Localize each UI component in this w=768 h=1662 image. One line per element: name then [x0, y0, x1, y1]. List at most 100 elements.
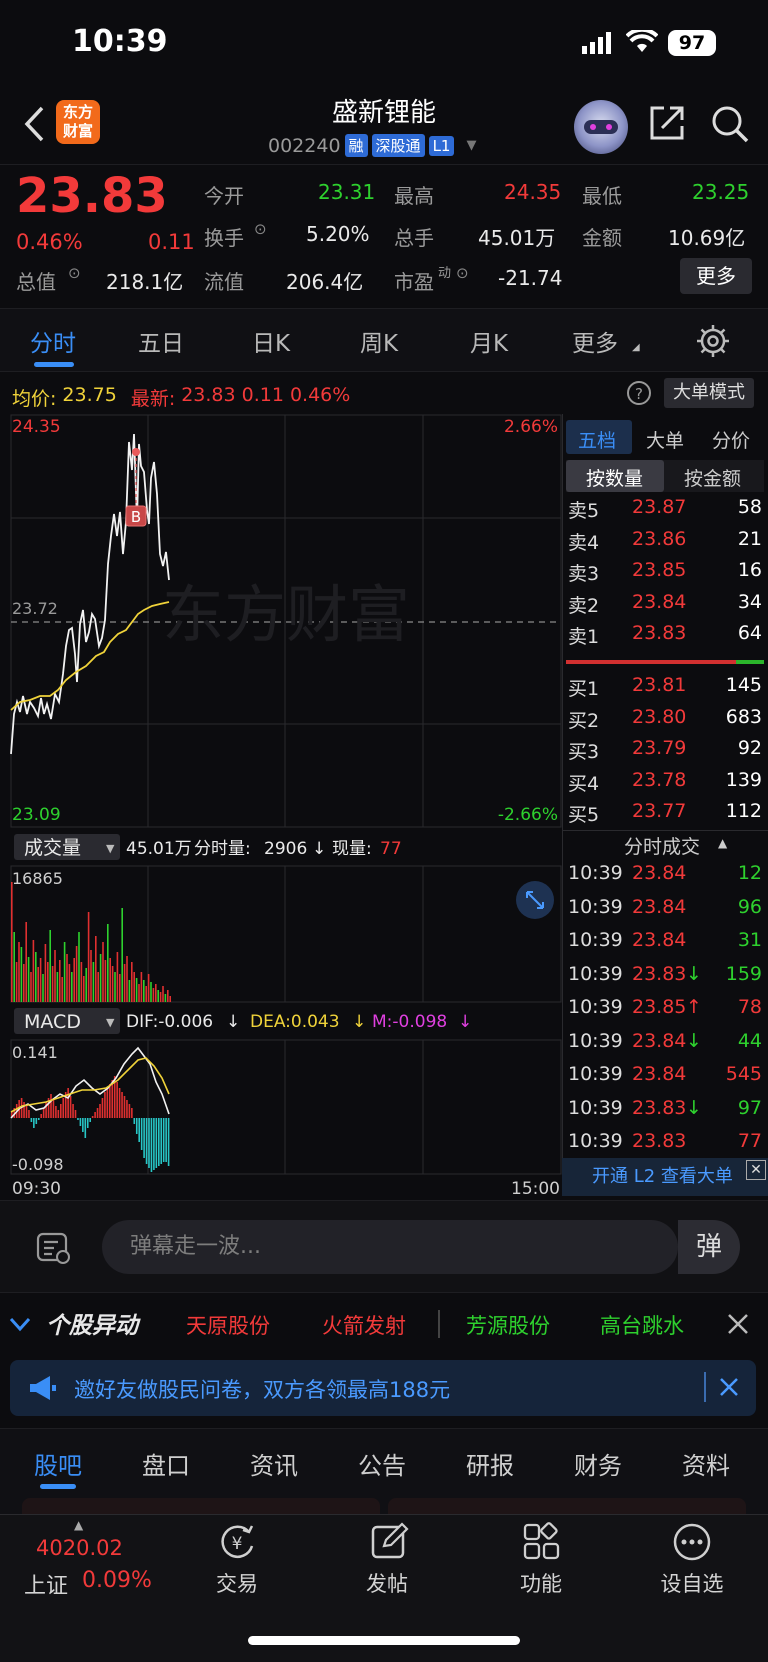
tab-add-watchlist[interactable]: 设自选 — [637, 1568, 747, 1598]
tab-handicap[interactable]: 盘口 — [142, 1446, 190, 1481]
low-value: 23.25 — [692, 180, 750, 204]
now-vol-value: 77 — [380, 839, 402, 859]
ask-row: 卖2 23.84 34 — [568, 591, 768, 621]
movement-item-3[interactable]: 芳源股份 — [466, 1310, 550, 1340]
trade-arrow: ↓ — [686, 962, 702, 985]
volume-bar — [114, 972, 116, 1002]
volume-bar — [51, 966, 54, 1002]
macd-bar — [60, 1104, 62, 1118]
volume-bar — [121, 908, 123, 1002]
help-icon[interactable]: ? — [626, 380, 652, 406]
danmaku-toggle-icon[interactable] — [36, 1230, 72, 1266]
trade-time: 10:39 — [568, 996, 623, 1018]
promo-text[interactable]: 邀好友做股民问卷，双方各领最高188元 — [74, 1374, 450, 1404]
trade-price: 23.84 — [632, 1063, 687, 1085]
close-l2-icon[interactable]: ✕ — [746, 1160, 766, 1180]
ask-row: 卖4 23.86 21 — [568, 528, 768, 558]
tab-finance[interactable]: 财务 — [574, 1446, 622, 1481]
minute-vol-label: 分时量: — [194, 839, 251, 859]
macd-bar — [82, 1118, 84, 1132]
volume-bar — [111, 966, 114, 1002]
volume-bar — [92, 962, 95, 1002]
info-icon[interactable]: ⊙ — [456, 264, 469, 282]
orderbook-tab-price[interactable]: 分价 — [712, 426, 750, 453]
volume-bar — [66, 954, 68, 1002]
tab-five-day[interactable]: 五日 — [138, 324, 184, 358]
turnover-label: 换手 — [204, 226, 244, 250]
watchlist-more-icon[interactable] — [672, 1522, 712, 1562]
function-icon[interactable] — [522, 1522, 562, 1562]
orderbook-tab-big[interactable]: 大单 — [646, 426, 684, 453]
volume-bar — [138, 984, 140, 1002]
tab-profile[interactable]: 资料 — [682, 1446, 730, 1481]
macd-bar — [40, 1114, 42, 1118]
trade-time: 10:39 — [568, 1063, 623, 1085]
search-icon[interactable] — [710, 104, 750, 144]
market-cap-label: 总值 — [16, 270, 56, 294]
tab-more[interactable]: 更多 — [572, 324, 618, 358]
assistant-robot-icon[interactable] — [574, 100, 628, 154]
trades-caret-icon[interactable]: ▲ — [718, 836, 727, 850]
trade-qty: 77 — [737, 1130, 762, 1152]
volume-bar — [95, 936, 97, 1002]
intraday-chart[interactable]: 东方财富 B 24.35 2.66% 23.72 23.09 -2.66% 成交… — [10, 414, 562, 1200]
settings-icon[interactable] — [696, 324, 730, 358]
price-low-label: 23.09 — [12, 805, 61, 825]
info-icon[interactable]: ⊙ — [68, 264, 81, 282]
macd-selector-label: MACD — [24, 1011, 81, 1033]
tab-announcement[interactable]: 公告 — [358, 1446, 406, 1481]
watermark: 东方财富 — [162, 578, 410, 651]
bid-row-qty: 139 — [725, 768, 762, 791]
volume-bar — [140, 972, 143, 1002]
tab-intraday[interactable]: 分时 — [30, 324, 76, 358]
macd-bar — [52, 1100, 55, 1118]
bid-row: 买3 23.79 92 — [568, 737, 768, 767]
trades-title[interactable]: 分时成交 — [624, 832, 700, 859]
trade-qty: 97 — [737, 1096, 762, 1119]
index-pct[interactable]: 0.09% — [82, 1568, 152, 1593]
tab-post[interactable]: 发帖 — [332, 1568, 442, 1598]
trade-icon[interactable]: ¥ — [216, 1522, 258, 1562]
more-button[interactable]: 更多 — [680, 258, 752, 294]
mode-by-qty[interactable]: 按数量 — [586, 464, 643, 491]
danmaku-send-button[interactable]: 弹 — [678, 1220, 740, 1274]
danmaku-input[interactable]: 弹幕走一波... — [102, 1220, 678, 1274]
volume-bar — [63, 942, 66, 1002]
dropdown-caret-icon[interactable]: ▼ — [466, 138, 476, 153]
volume-bar — [23, 964, 25, 1002]
index-value[interactable]: 4020.02 — [36, 1536, 123, 1560]
volume-bar — [13, 932, 15, 1002]
close-promo-icon[interactable] — [718, 1376, 740, 1398]
post-icon[interactable] — [370, 1522, 410, 1562]
big-order-mode-button[interactable]: 大单模式 — [664, 378, 754, 408]
mode-by-amount[interactable]: 按金额 — [684, 464, 741, 491]
chevron-down-icon[interactable] — [8, 1312, 32, 1336]
index-name[interactable]: 上证 — [24, 1568, 68, 1600]
tab-research[interactable]: 研报 — [466, 1446, 514, 1481]
open-label: 今开 — [204, 184, 244, 208]
tab-daily-k[interactable]: 日K — [252, 324, 290, 358]
tab-trade[interactable]: 交易 — [182, 1568, 292, 1598]
signal-icon — [582, 32, 611, 54]
share-icon[interactable] — [648, 104, 686, 142]
info-icon[interactable]: ⊙ — [254, 220, 267, 238]
movement-item-4[interactable]: 高台跳水 — [600, 1310, 684, 1340]
macd-bar — [133, 1118, 136, 1124]
macd-caret-icon: ▼ — [106, 1016, 115, 1029]
tab-monthly-k[interactable]: 月K — [470, 324, 508, 358]
volume-bar — [164, 994, 167, 1002]
tab-news[interactable]: 资讯 — [250, 1446, 298, 1481]
movement-item-1[interactable]: 天原股份 — [186, 1310, 270, 1340]
l2-banner[interactable]: 开通 L2 查看大单 — [562, 1158, 768, 1196]
volume-bar — [61, 977, 63, 1002]
tab-forum[interactable]: 股吧 — [34, 1446, 82, 1481]
bid-row-label: 买1 — [568, 678, 600, 700]
trade-qty: 159 — [725, 962, 762, 985]
tab-weekly-k[interactable]: 周K — [360, 324, 398, 358]
orderbook-tab-five[interactable]: 五档 — [578, 426, 616, 453]
macd-bar — [79, 1118, 82, 1126]
movement-item-2[interactable]: 火箭发射 — [322, 1310, 406, 1340]
close-movement-icon[interactable] — [726, 1312, 750, 1336]
volume-bar — [18, 942, 20, 1002]
tab-function[interactable]: 功能 — [486, 1568, 596, 1598]
